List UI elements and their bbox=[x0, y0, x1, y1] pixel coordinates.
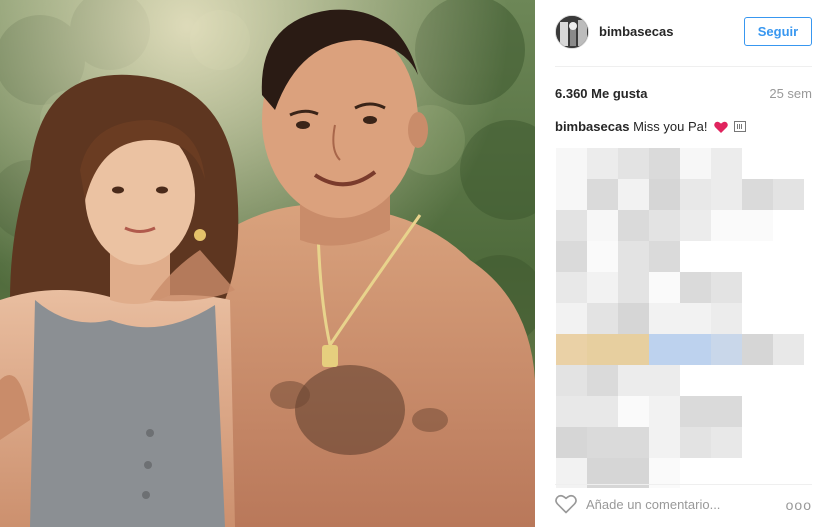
mosaic-tile bbox=[680, 179, 711, 210]
mosaic-tile bbox=[618, 210, 649, 241]
mosaic-tile bbox=[773, 179, 804, 210]
mosaic-tile bbox=[556, 272, 587, 303]
mosaic-tile bbox=[587, 148, 618, 179]
mosaic-tile bbox=[587, 303, 618, 334]
mosaic-tile bbox=[680, 272, 711, 303]
mosaic-tile bbox=[649, 179, 680, 210]
mosaic-tile bbox=[680, 396, 711, 427]
like-heart-icon[interactable] bbox=[555, 494, 577, 514]
mosaic-tile bbox=[649, 334, 680, 365]
mosaic-tile bbox=[556, 179, 587, 210]
mosaic-tile bbox=[680, 148, 711, 179]
mosaic-tile bbox=[649, 303, 680, 334]
mosaic-tile bbox=[649, 365, 680, 396]
mosaic-tile bbox=[556, 396, 587, 427]
mosaic-tile bbox=[587, 272, 618, 303]
username[interactable]: bimbasecas bbox=[599, 24, 673, 39]
mosaic-tile bbox=[680, 334, 711, 365]
redacted-comments bbox=[555, 144, 812, 488]
mosaic-tile bbox=[587, 210, 618, 241]
likes-count[interactable]: 6.360 Me gusta bbox=[555, 86, 648, 101]
caption-username[interactable]: bimbasecas bbox=[555, 119, 629, 134]
post-header: bimbasecas Seguir bbox=[535, 0, 830, 66]
mosaic-tile bbox=[742, 179, 773, 210]
post-photo[interactable] bbox=[0, 0, 535, 527]
mosaic-tile bbox=[587, 179, 618, 210]
mosaic-tile bbox=[618, 303, 649, 334]
mosaic-tile bbox=[618, 179, 649, 210]
box-emoji-icon bbox=[733, 121, 746, 132]
mosaic-tile bbox=[711, 303, 742, 334]
mosaic-tile bbox=[587, 334, 618, 365]
mosaic-tile bbox=[556, 210, 587, 241]
mosaic-tile bbox=[556, 334, 587, 365]
mosaic-tile bbox=[649, 148, 680, 179]
mosaic-tile bbox=[556, 241, 587, 272]
heart-icon bbox=[714, 121, 728, 136]
mosaic-tile bbox=[649, 210, 680, 241]
mosaic-tile bbox=[742, 334, 773, 365]
mosaic-tile bbox=[711, 210, 742, 241]
mosaic-tile bbox=[680, 303, 711, 334]
mosaic-tile bbox=[618, 148, 649, 179]
mosaic-tile bbox=[742, 210, 773, 241]
mosaic-tile bbox=[680, 210, 711, 241]
comment-input[interactable] bbox=[586, 492, 781, 516]
follow-button[interactable]: Seguir bbox=[744, 17, 812, 46]
mosaic-tile bbox=[556, 303, 587, 334]
mosaic-tile bbox=[556, 365, 587, 396]
mosaic-tile bbox=[618, 396, 649, 427]
mosaic-tile bbox=[587, 427, 618, 458]
mosaic-tile bbox=[618, 365, 649, 396]
mosaic-tile bbox=[680, 427, 711, 458]
mosaic-tile bbox=[649, 427, 680, 458]
mosaic-tile bbox=[711, 427, 742, 458]
mosaic-tile bbox=[587, 365, 618, 396]
mosaic-tile bbox=[618, 272, 649, 303]
mosaic-tile bbox=[711, 272, 742, 303]
mosaic-tile bbox=[711, 396, 742, 427]
mosaic-tile bbox=[556, 148, 587, 179]
mosaic-tile bbox=[649, 272, 680, 303]
mosaic-tile bbox=[587, 241, 618, 272]
mosaic-tile bbox=[618, 427, 649, 458]
mosaic-tile bbox=[711, 334, 742, 365]
avatar[interactable] bbox=[555, 15, 589, 49]
mosaic-tile bbox=[711, 148, 742, 179]
caption: bimbasecas Miss you Pa! bbox=[555, 119, 746, 136]
mosaic-tile bbox=[649, 241, 680, 272]
mosaic-tile bbox=[556, 427, 587, 458]
divider bbox=[555, 66, 812, 67]
post-sidebar: bimbasecas Seguir 6.360 Me gusta 25 sem … bbox=[535, 0, 830, 527]
mosaic-tile bbox=[587, 396, 618, 427]
comment-bar: ooo bbox=[535, 484, 830, 527]
more-options-icon[interactable]: ooo bbox=[786, 497, 812, 513]
mosaic-tile bbox=[618, 334, 649, 365]
mosaic-tile bbox=[649, 396, 680, 427]
caption-text: Miss you Pa! bbox=[633, 119, 708, 134]
post-time[interactable]: 25 sem bbox=[769, 86, 812, 101]
mosaic-tile bbox=[618, 241, 649, 272]
mosaic-tile bbox=[773, 334, 804, 365]
mosaic-tile bbox=[711, 179, 742, 210]
